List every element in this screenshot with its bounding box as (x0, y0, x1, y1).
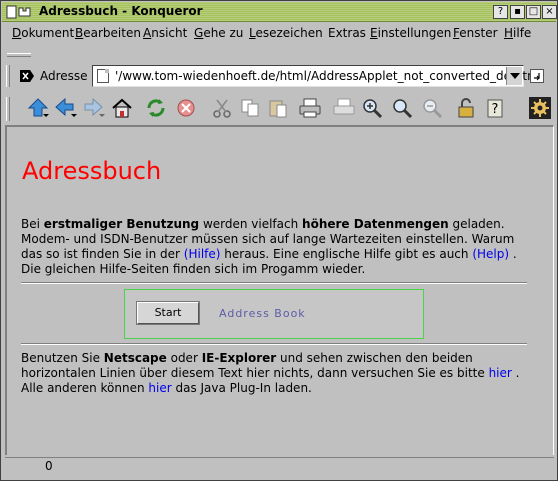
maximize-button[interactable]: □ (526, 5, 541, 19)
location-input[interactable]: '/www.tom-wiedenhoeft.de/html/AddressApp… (92, 65, 542, 87)
menu-gehe-zu[interactable]: Gehe zu (194, 26, 243, 40)
home-icon[interactable] (110, 97, 134, 119)
minimize-button[interactable]: ▪ (510, 5, 525, 19)
start-button[interactable]: Start (136, 301, 200, 325)
title-bar[interactable]: Adressbuch - Konqueror ? ▪ □ × (2, 2, 557, 22)
location-dropdown-button[interactable] (506, 67, 522, 85)
intro-paragraph: Bei erstmaliger Benutzung werden vielfac… (21, 217, 517, 276)
location-label: Adresse (40, 69, 88, 83)
page-content: Adressbuch Bei erstmaliger Benutzung wer… (5, 125, 554, 455)
menubar-handle[interactable] (7, 53, 31, 57)
page-icon (97, 69, 109, 83)
outro-paragraph: Benutzen Sie Netscape oder IE-Explorer u… (21, 351, 520, 395)
konqueror-window: Adressbuch - Konqueror ? ▪ □ × Dokument … (0, 0, 558, 481)
paste-icon[interactable] (266, 97, 290, 119)
forward-arrow-icon[interactable] (82, 97, 106, 119)
bottom-divider (21, 343, 527, 345)
go-icon[interactable] (530, 69, 544, 83)
help-title-button[interactable]: ? (493, 5, 508, 19)
back-arrow-icon[interactable] (54, 97, 78, 119)
status-text: 0 (45, 459, 53, 473)
menu-extras[interactable]: Extras (328, 26, 366, 40)
menu-lesezeichen[interactable]: Lesezeichen (249, 26, 323, 40)
locationbar-handle[interactable] (6, 65, 10, 87)
security-lock-icon[interactable] (454, 97, 478, 119)
applet-title: Address Book (219, 307, 306, 320)
menu-hilfe[interactable]: Hilfe (504, 26, 531, 40)
svg-text:?: ? (492, 102, 499, 117)
status-bar: 0 (5, 457, 554, 475)
help-icon[interactable]: ? (484, 97, 508, 119)
copy-icon[interactable] (238, 97, 262, 119)
java-plugin-link[interactable]: hier (148, 381, 171, 395)
window-title: Adressbuch - Konqueror (39, 4, 203, 18)
cut-icon[interactable] (210, 97, 234, 119)
menu-fenster[interactable]: Fenster (453, 26, 498, 40)
menu-bearbeiten[interactable]: Bearbeiten (75, 26, 141, 40)
print-icon[interactable] (298, 97, 322, 119)
hilfe-link[interactable]: (Hilfe) (184, 247, 221, 261)
netscape-help-link[interactable]: hier (489, 366, 512, 380)
menu-dokument[interactable]: Dokument (12, 26, 74, 40)
main-toolbar: ? (2, 93, 556, 125)
location-bar: Adresse '/www.tom-wiedenhoeft.de/html/Ad… (2, 59, 556, 91)
page-heading: Adressbuch (22, 157, 162, 185)
clear-location-icon[interactable] (20, 70, 34, 82)
address-book-applet[interactable]: Start Address Book (124, 289, 424, 339)
konqueror-gear-icon[interactable] (528, 97, 552, 119)
reload-icon[interactable] (144, 97, 168, 119)
zoom-icon[interactable] (390, 97, 414, 119)
print-frame-icon[interactable] (332, 97, 356, 119)
top-divider (21, 282, 527, 284)
location-url[interactable]: '/www.tom-wiedenhoeft.de/html/AddressApp… (115, 69, 542, 83)
toolbar-handle[interactable] (6, 97, 10, 121)
zoom-out-icon[interactable] (420, 97, 444, 119)
menu-einstellungen[interactable]: Einstellungen (370, 26, 451, 40)
konqueror-app-icon[interactable] (6, 4, 34, 20)
close-button[interactable]: × (542, 5, 557, 19)
up-arrow-icon[interactable] (26, 97, 50, 119)
zoom-in-icon[interactable] (360, 97, 384, 119)
help-link[interactable]: (Help) (472, 247, 509, 261)
menu-ansicht[interactable]: Ansicht (143, 26, 187, 40)
menu-bar: Dokument Bearbeiten Ansicht Gehe zu Lese… (2, 23, 556, 43)
stop-icon[interactable] (174, 97, 198, 119)
